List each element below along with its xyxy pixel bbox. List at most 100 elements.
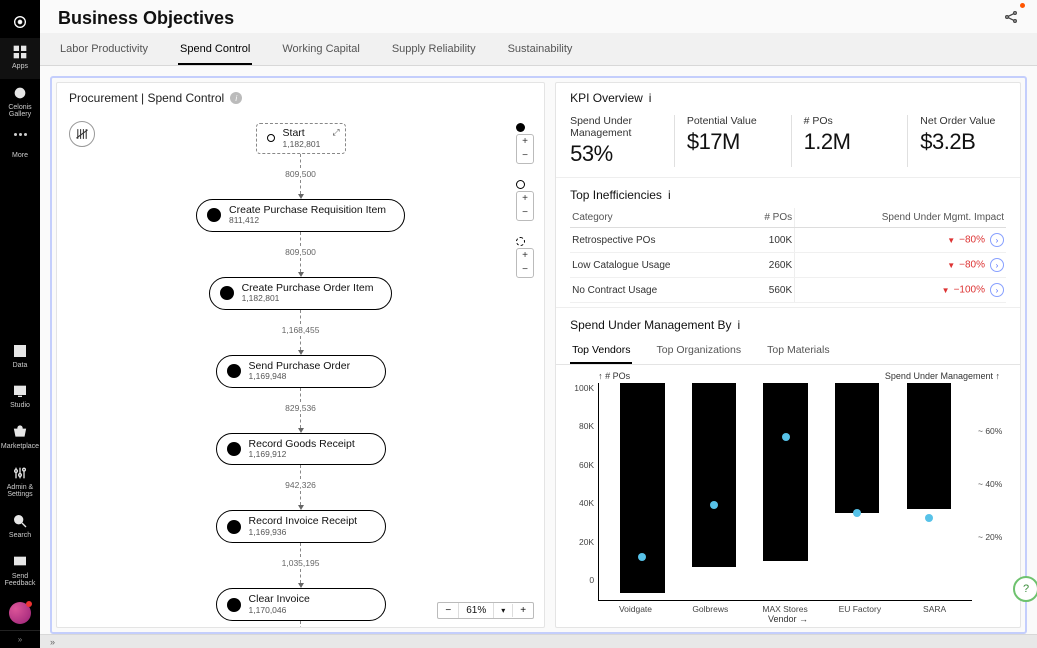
sumb-heading: Spend Under Management By: [570, 318, 731, 332]
page-title: Business Objectives: [58, 8, 234, 29]
drill-in-icon[interactable]: ›: [990, 233, 1004, 247]
nav-studio-label: Studio: [10, 402, 30, 410]
x-tick: Golbrews: [673, 601, 748, 614]
tool-plus-2[interactable]: +: [517, 192, 533, 206]
flow-node[interactable]: Record Invoice Receipt1,169,936: [216, 510, 386, 543]
nav-gallery[interactable]: Celonis Gallery: [0, 79, 40, 127]
sub-tabs: Top Vendors Top Organizations Top Material…: [556, 338, 1020, 365]
flow-node[interactable]: Clear Invoice1,170,046: [216, 588, 386, 621]
nav-admin[interactable]: Admin & Settings: [0, 459, 40, 507]
kpi-overview-label: KPI Overview: [570, 91, 643, 105]
nav-marketplace[interactable]: Marketplace: [0, 418, 40, 459]
tool-minus-2[interactable]: −: [517, 206, 533, 220]
footer-expand[interactable]: »: [50, 637, 55, 647]
down-caret-icon: ▼: [947, 236, 955, 245]
down-caret-icon: ▼: [942, 286, 950, 295]
nav-marketplace-label: Marketplace: [1, 443, 39, 451]
subtab-top-vendors[interactable]: Top Vendors: [570, 338, 632, 364]
footer-bar: »: [40, 634, 1037, 648]
flow-node[interactable]: Send Purchase Order1,169,948: [216, 355, 386, 388]
tool-minus-3[interactable]: −: [517, 263, 533, 277]
ineff-row[interactable]: Low Catalogue Usage260K▼−80%›: [570, 253, 1006, 278]
y1-axis-label: ↑ # POs: [598, 371, 630, 381]
tab-sustainability[interactable]: Sustainability: [506, 33, 575, 65]
zoom-in[interactable]: +: [513, 603, 533, 618]
tally-icon[interactable]: [69, 121, 95, 147]
drill-in-icon[interactable]: ›: [990, 258, 1004, 272]
flow-edge: 829,536: [285, 388, 316, 433]
bar-voidgate[interactable]: [607, 383, 679, 600]
kpi-card: # POs1.2M: [791, 115, 890, 167]
flow-panel: Procurement | Spend Control i Start1,182…: [56, 82, 545, 628]
x-tick: SARA: [897, 601, 972, 614]
nav-studio[interactable]: Studio: [0, 377, 40, 418]
bar-sara[interactable]: [893, 383, 965, 600]
chart: ↑ # POs Spend Under Management ↑ 100K80K…: [556, 365, 1020, 627]
tab-supply-reliability[interactable]: Supply Reliability: [390, 33, 478, 65]
flow-node[interactable]: Create Purchase Order Item1,182,801: [209, 277, 393, 310]
tool-plus[interactable]: +: [517, 135, 533, 149]
nav-data[interactable]: Data: [0, 337, 40, 378]
bar-golbrews[interactable]: [678, 383, 750, 600]
nav-apps[interactable]: Apps: [0, 38, 40, 79]
nav-more-label: More: [12, 152, 28, 160]
tool-plus-3[interactable]: +: [517, 249, 533, 263]
zoom-value: 61%: [459, 603, 494, 618]
kpi-card: Spend Under Management53%: [570, 115, 656, 167]
scatter-point[interactable]: [853, 509, 861, 517]
tab-working-capital[interactable]: Working Capital: [280, 33, 361, 65]
bar-eu-factory[interactable]: [821, 383, 893, 600]
collapse-icon[interactable]: ⤢: [332, 127, 339, 138]
tool-filled-dot[interactable]: [516, 123, 525, 132]
flow-edge: 1,035,195: [282, 543, 320, 588]
ineff-row[interactable]: No Contract Usage560K▼−100%›: [570, 278, 1006, 303]
tool-hollow-dot[interactable]: [516, 180, 525, 189]
flow-node[interactable]: Record Goods Receipt1,169,912: [216, 433, 386, 466]
tool-group-3: + −: [516, 248, 534, 278]
flow-edge: 942,326: [285, 465, 316, 510]
ineff-heading: Top Inefficiencies: [570, 188, 662, 202]
nav-data-label: Data: [13, 362, 28, 370]
avatar[interactable]: [9, 602, 31, 624]
flow-edge: 809,500: [285, 232, 316, 277]
drill-in-icon[interactable]: ›: [990, 283, 1004, 297]
help-fab[interactable]: ?: [1013, 576, 1037, 602]
info-icon[interactable]: i: [649, 91, 652, 105]
nav-feedback[interactable]: Send Feedback: [0, 548, 40, 596]
tool-minus[interactable]: −: [517, 149, 533, 163]
logo[interactable]: [0, 8, 40, 38]
x-tick: EU Factory: [822, 601, 897, 614]
scatter-point[interactable]: [925, 514, 933, 522]
nav-search[interactable]: Search: [0, 507, 40, 548]
tab-spend-control[interactable]: Spend Control: [178, 33, 252, 65]
tab-labor-productivity[interactable]: Labor Productivity: [58, 33, 150, 65]
flow-start-node[interactable]: Start1,182,801⤢: [256, 123, 346, 154]
zoom-caret[interactable]: ▾: [494, 604, 513, 617]
scatter-point[interactable]: [782, 433, 790, 441]
subtab-top-organizations[interactable]: Top Organizations: [654, 338, 743, 364]
kpi-card: Net Order Value$3.2B: [907, 115, 1006, 167]
flow-edge: 1,168,396: [282, 621, 320, 627]
share-icon[interactable]: [1003, 9, 1019, 28]
zoom-out[interactable]: −: [438, 603, 459, 618]
flow-vertical-tools: + − + −: [516, 123, 534, 278]
nav-more[interactable]: More: [0, 127, 40, 168]
col-pos: # POs: [741, 208, 795, 228]
scatter-point[interactable]: [638, 553, 646, 561]
tool-dashed-dot[interactable]: [516, 237, 525, 246]
subtab-top-materials[interactable]: Top Materials: [765, 338, 831, 364]
nav-feedback-label: Send Feedback: [0, 573, 40, 588]
tool-group-1: + −: [516, 134, 534, 164]
info-icon[interactable]: i: [230, 92, 242, 104]
scatter-point[interactable]: [710, 501, 718, 509]
flow-node[interactable]: Create Purchase Requisition Item811,412: [196, 199, 405, 232]
nav-admin-label: Admin & Settings: [0, 484, 40, 499]
info-icon[interactable]: i: [668, 188, 671, 202]
col-category: Category: [570, 208, 741, 228]
flow-edge: 809,500: [285, 154, 316, 199]
ineff-row[interactable]: Retrospective POs100K▼−80%›: [570, 228, 1006, 253]
bar-max-stores[interactable]: [750, 383, 822, 600]
sidebar-expand[interactable]: »: [0, 630, 40, 648]
info-icon[interactable]: i: [738, 318, 741, 332]
right-panel: KPI Overview i Spend Under Management53%…: [555, 82, 1021, 628]
